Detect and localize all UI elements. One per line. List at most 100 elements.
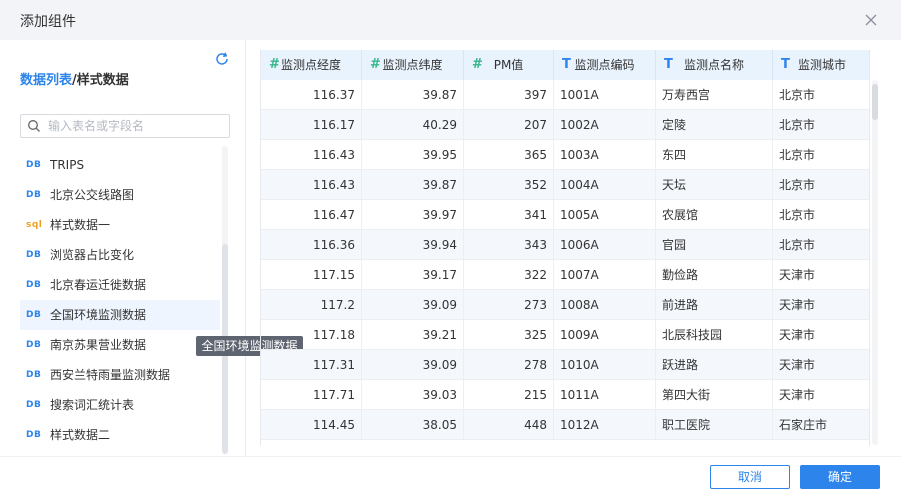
table-row: 116.43 39.95 365 1003A 东四 北京市 — [261, 140, 869, 170]
search-input[interactable] — [48, 117, 223, 135]
number-type-icon: # — [472, 57, 483, 72]
table-cell: 1004A — [554, 170, 656, 200]
table-row: 116.37 39.87 397 1001A 万寿西宫 北京市 — [261, 80, 869, 110]
table-cell: 39.21 — [362, 320, 464, 350]
table-row: 117.18 39.21 325 1009A 北辰科技园 天津市 — [261, 320, 869, 350]
table-cell: 东四 — [656, 140, 773, 170]
table-cell: 116.43 — [261, 140, 362, 170]
column-header[interactable]: # 监测点经度 — [261, 50, 362, 80]
table-cell: 273 — [464, 290, 554, 320]
column-header[interactable]: # 监测点纬度 — [362, 50, 464, 80]
column-header-label: 监测点名称 — [683, 58, 744, 72]
table-cell: 116.43 — [261, 170, 362, 200]
table-row: 114.45 38.05 448 1012A 职工医院 石家庄市 — [261, 410, 869, 440]
table-cell: 117.18 — [261, 320, 362, 350]
db-icon: DB — [26, 340, 42, 350]
table-cell: 北辰科技园 — [656, 320, 773, 350]
table-cell: 40.29 — [362, 110, 464, 140]
list-scrollbar[interactable] — [222, 146, 228, 454]
table-cell: 天津市 — [779, 388, 816, 402]
text-type-icon: T — [664, 57, 673, 72]
table-cell: 117.71 — [261, 380, 362, 410]
table-cell: 322 — [464, 260, 554, 290]
table-header: # 监测点经度 # 监测点纬度 # PM值 T 监测点编码 T 监测点名称 T 监测城市 — [261, 50, 869, 80]
table-cell: 1009A — [554, 320, 656, 350]
refresh-icon[interactable] — [214, 51, 230, 67]
list-item-style-data-1[interactable]: sql 样式数据一 — [20, 210, 220, 240]
column-header[interactable]: T 监测点名称 — [656, 50, 773, 80]
close-icon[interactable] — [863, 12, 879, 28]
list-item-spring-migration[interactable]: DB 北京春运迁徙数据 — [20, 270, 220, 300]
table-cell: 114.45 — [261, 410, 362, 440]
list-item-label: 北京春运迁徙数据 — [50, 278, 147, 292]
table-cell: 116.17 — [261, 110, 362, 140]
table-cell: 1003A — [554, 140, 656, 170]
table-cell: 1011A — [554, 380, 656, 410]
table-cell: 341 — [464, 200, 554, 230]
table-cell: 39.87 — [362, 170, 464, 200]
table-cell: 农展馆 — [656, 200, 773, 230]
db-icon: DB — [26, 370, 42, 380]
table-cell: 117.2 — [261, 290, 362, 320]
table-cell: 官园 — [656, 230, 773, 260]
breadcrumb: 数据列表/样式数据 — [20, 69, 129, 88]
table-cell: 定陵 — [656, 110, 773, 140]
column-header-label: 监测点经度 — [280, 58, 341, 72]
table-cell: 北京市 — [779, 178, 816, 192]
footer-divider — [0, 456, 901, 457]
table-cell: 跃进路 — [656, 350, 773, 380]
cancel-button[interactable]: 取消 — [710, 465, 790, 489]
list-item-style-data-2[interactable]: DB 样式数据二 — [20, 420, 220, 450]
table-cell: 万寿西宫 — [656, 80, 773, 110]
list-item-label: 北京公交线路图 — [50, 188, 135, 202]
table-cell: 39.87 — [362, 80, 464, 110]
list-item-environment-monitoring[interactable]: DB 全国环境监测数据 — [20, 300, 220, 330]
list-item-label: TRIPS — [50, 158, 85, 172]
table-cell: 天津市 — [779, 298, 816, 312]
table-scrollbar[interactable] — [872, 80, 878, 445]
table-cell: 天坛 — [656, 170, 773, 200]
text-type-icon: T — [781, 57, 790, 72]
table-row: 117.71 39.03 215 1011A 第四大街 天津市 — [261, 380, 869, 410]
column-header[interactable]: T 监测点编码 — [554, 50, 656, 80]
table-cell: 325 — [464, 320, 554, 350]
table-cell: 39.97 — [362, 200, 464, 230]
table-row: 116.36 39.94 343 1006A 官园 北京市 — [261, 230, 869, 260]
list-item-nanjing-suguo[interactable]: DB 南京苏果营业数据 — [20, 330, 220, 360]
table-cell: 343 — [464, 230, 554, 260]
table-cell: 39.09 — [362, 290, 464, 320]
column-header[interactable]: T 监测城市 — [773, 50, 869, 80]
table-cell: 1002A — [554, 110, 656, 140]
table-body: 116.37 39.87 397 1001A 万寿西宫 北京市 116.17 40.29 207… — [261, 80, 869, 440]
list-item-label: 样式数据二 — [50, 428, 111, 442]
confirm-button[interactable]: 确定 — [800, 465, 880, 489]
list-item-label: 全国环境监测数据 — [50, 308, 147, 322]
list-item-xian-rainfall[interactable]: DB 西安兰特雨量监测数据 — [20, 360, 220, 390]
table-scrollbar-thumb[interactable] — [872, 84, 878, 120]
column-header[interactable]: # PM值 — [464, 50, 554, 80]
db-icon: DB — [26, 430, 42, 440]
table-cell: 39.09 — [362, 350, 464, 380]
table-row: 117.31 39.09 278 1010A 跃进路 天津市 — [261, 350, 869, 380]
search-icon — [28, 120, 40, 132]
table-cell: 39.17 — [362, 260, 464, 290]
table-cell: 石家庄市 — [779, 418, 828, 432]
table-cell: 116.47 — [261, 200, 362, 230]
list-item-trips[interactable]: DB TRIPS — [20, 150, 220, 180]
breadcrumb-data-list[interactable]: 数据列表 — [20, 73, 72, 88]
table-cell: 第四大街 — [656, 380, 773, 410]
table-cell: 38.05 — [362, 410, 464, 440]
table-cell: 352 — [464, 170, 554, 200]
list-item-browser-share[interactable]: DB 浏览器占比变化 — [20, 240, 220, 270]
db-icon: DB — [26, 190, 42, 200]
column-header-label: PM值 — [493, 58, 524, 72]
list-item-beijing-bus[interactable]: DB 北京公交线路图 — [20, 180, 220, 210]
list-item-label: 浏览器占比变化 — [50, 248, 135, 262]
column-header-label: 监测点编码 — [574, 58, 635, 72]
table-cell: 117.31 — [261, 350, 362, 380]
table-cell: 1006A — [554, 230, 656, 260]
list-item-label: 南京苏果营业数据 — [50, 338, 147, 352]
list-item-search-terms[interactable]: DB 搜索词汇统计表 — [20, 390, 220, 420]
column-header-label: 监测点纬度 — [382, 58, 443, 72]
db-icon: DB — [26, 160, 42, 170]
